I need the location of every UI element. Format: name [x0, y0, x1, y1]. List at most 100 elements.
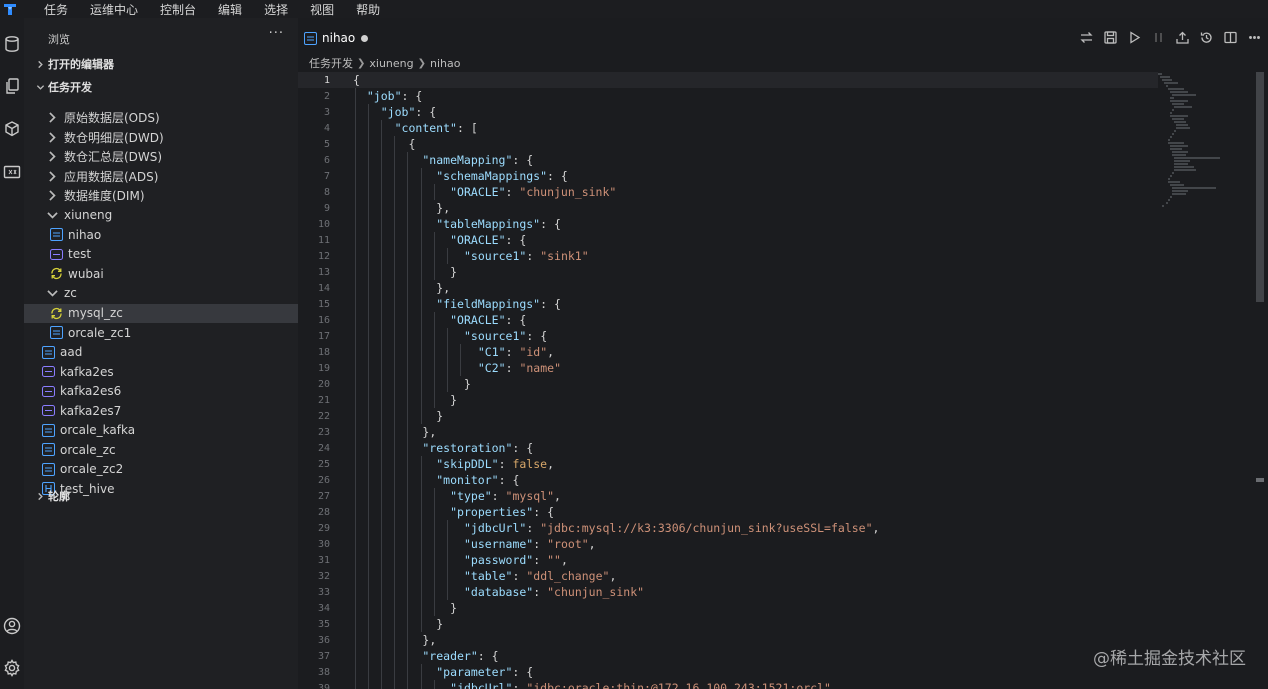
code-line[interactable]: 1{ — [298, 72, 1158, 88]
account-icon[interactable] — [0, 614, 24, 638]
code-line[interactable]: 12 "source1": "sink1" — [298, 248, 1158, 264]
code-line[interactable]: 11 "ORACLE": { — [298, 232, 1158, 248]
code-line[interactable]: 13 } — [298, 264, 1158, 280]
code-line[interactable]: 39 "jdbcUrl": "jdbc:oracle:thin:@172.16.… — [298, 680, 1158, 689]
vertical-scrollbar[interactable] — [1256, 72, 1264, 302]
tree-file[interactable]: nihao — [24, 225, 298, 244]
code-line[interactable]: 36 }, — [298, 632, 1158, 648]
code-line[interactable]: 29 "jdbcUrl": "jdbc:mysql://k3:3306/chun… — [298, 520, 1158, 536]
code-line[interactable]: 15 "fieldMappings": { — [298, 296, 1158, 312]
code-line[interactable]: 27 "type": "mysql", — [298, 488, 1158, 504]
tree-file[interactable]: orcale_zc1 — [24, 323, 298, 342]
code-line[interactable]: 7 "schemaMappings": { — [298, 168, 1158, 184]
code-line[interactable]: 25 "skipDDL": false, — [298, 456, 1158, 472]
code-text: "reader": { — [422, 649, 499, 663]
code-line[interactable]: 8 "ORACLE": "chunjun_sink" — [298, 184, 1158, 200]
code-line[interactable]: 24 "restoration": { — [298, 440, 1158, 456]
code-line[interactable]: 17 "source1": { — [298, 328, 1158, 344]
menu-operations-center[interactable]: 运维中心 — [68, 1, 138, 18]
menu-task[interactable]: 任务 — [20, 1, 68, 18]
history-icon[interactable] — [1198, 29, 1214, 45]
menu-console[interactable]: 控制台 — [138, 1, 196, 18]
tree-folder[interactable]: 数据维度(DIM) — [24, 186, 298, 205]
section-outline[interactable]: 轮廓 — [24, 487, 298, 505]
tree-folder[interactable]: 数仓明细层(DWD) — [24, 128, 298, 147]
code-line[interactable]: 10 "tableMappings": { — [298, 216, 1158, 232]
tree-file[interactable]: wubai — [24, 264, 298, 283]
tree-folder[interactable]: xiuneng — [24, 206, 298, 225]
code-line[interactable]: 19 "C2": "name" — [298, 360, 1158, 376]
code-line[interactable]: 20 } — [298, 376, 1158, 392]
format-swap-icon[interactable] — [1078, 29, 1094, 45]
breadcrumb-item[interactable]: 任务开发 — [309, 55, 353, 71]
code-line[interactable]: 26 "monitor": { — [298, 472, 1158, 488]
tree-file[interactable]: kafka2es7 — [24, 401, 298, 420]
line-number: 1 — [323, 74, 330, 86]
code-line[interactable]: 21 } — [298, 392, 1158, 408]
code-line[interactable]: 37 "reader": { — [298, 648, 1158, 664]
pause-icon[interactable] — [1150, 29, 1166, 45]
unsaved-dot-icon[interactable] — [361, 34, 369, 42]
settings-gear-icon[interactable] — [0, 656, 24, 680]
code-line[interactable]: 35 } — [298, 616, 1158, 632]
code-line[interactable]: 32 "table": "ddl_change", — [298, 568, 1158, 584]
minimap[interactable] — [1156, 72, 1226, 212]
code-line[interactable]: 22 } — [298, 408, 1158, 424]
tree-folder[interactable]: zc — [24, 284, 298, 303]
tree-file[interactable]: mysql_zc — [24, 303, 298, 323]
code-line[interactable]: 18 "C1": "id", — [298, 344, 1158, 360]
tree-file[interactable]: orcale_kafka — [24, 421, 298, 440]
code-line[interactable]: 6 "nameMapping": { — [298, 152, 1158, 168]
database-icon[interactable] — [0, 32, 24, 56]
tree-folder[interactable]: 原始数据层(ODS) — [24, 108, 298, 127]
sidebar-more-actions-icon[interactable]: ··· — [269, 26, 284, 41]
run-play-icon[interactable] — [1126, 29, 1142, 45]
explorer-files-icon[interactable] — [0, 74, 24, 98]
tree-folder[interactable]: 数仓汇总层(DWS) — [24, 147, 298, 166]
chevron-right-icon — [46, 150, 59, 163]
menu-select[interactable]: 选择 — [242, 1, 288, 18]
tree-item-label: kafka2es7 — [60, 403, 122, 418]
menu-edit[interactable]: 编辑 — [196, 1, 242, 18]
package-cube-icon[interactable] — [0, 117, 24, 141]
menu-help[interactable]: 帮助 — [334, 1, 380, 18]
split-editor-icon[interactable] — [1222, 29, 1238, 45]
code-line[interactable]: 38 "parameter": { — [298, 664, 1158, 680]
tree-file[interactable]: test — [24, 245, 298, 264]
section-open-editors[interactable]: 打开的编辑器 — [24, 55, 298, 73]
code-line[interactable]: 14 }, — [298, 280, 1158, 296]
breadcrumb-item[interactable]: nihao — [430, 57, 460, 70]
code-line[interactable]: 28 "properties": { — [298, 504, 1158, 520]
tree-file[interactable]: orcale_zc2 — [24, 460, 298, 479]
code-line[interactable]: 5 { — [298, 136, 1158, 152]
code-line[interactable]: 16 "ORACLE": { — [298, 312, 1158, 328]
line-number: 7 — [323, 170, 330, 182]
tree-file[interactable]: kafka2es — [24, 362, 298, 381]
code-line[interactable]: 2 "job": { — [298, 88, 1158, 104]
breadcrumb-item[interactable]: xiuneng — [369, 57, 413, 70]
tree-file[interactable]: orcale_zc — [24, 440, 298, 459]
submit-upload-icon[interactable] — [1174, 29, 1190, 45]
code-line[interactable]: 4 "content": [ — [298, 120, 1158, 136]
function-variable-icon[interactable] — [0, 160, 24, 184]
menu-view[interactable]: 视图 — [288, 1, 334, 18]
tree-file[interactable]: aad — [24, 343, 298, 362]
tree-file[interactable]: kafka2es6 — [24, 382, 298, 401]
code-line[interactable]: 23 }, — [298, 424, 1158, 440]
code-text: "jdbcUrl": "jdbc:mysql://k3:3306/chunjun… — [464, 521, 880, 535]
section-task-dev[interactable]: 任务开发 — [24, 78, 298, 96]
code-line[interactable]: 31 "password": "", — [298, 552, 1158, 568]
code-line[interactable]: 9 }, — [298, 200, 1158, 216]
tree-folder[interactable]: 应用数据层(ADS) — [24, 167, 298, 186]
code-line[interactable]: 33 "database": "chunjun_sink" — [298, 584, 1158, 600]
code-text: "source1": { — [464, 329, 548, 343]
more-actions-icon[interactable] — [1246, 29, 1262, 45]
save-icon[interactable] — [1102, 29, 1118, 45]
chevron-right-icon — [34, 490, 46, 502]
tab-nihao[interactable]: nihao — [304, 28, 369, 48]
code-line[interactable]: 34 } — [298, 600, 1158, 616]
code-line[interactable]: 30 "username": "root", — [298, 536, 1158, 552]
tree-item-label: 数仓汇总层(DWS) — [64, 150, 163, 165]
code-editor[interactable]: 1{2 "job": {3 "job": {4 "content": [5 {6… — [298, 72, 1158, 689]
code-line[interactable]: 3 "job": { — [298, 104, 1158, 120]
